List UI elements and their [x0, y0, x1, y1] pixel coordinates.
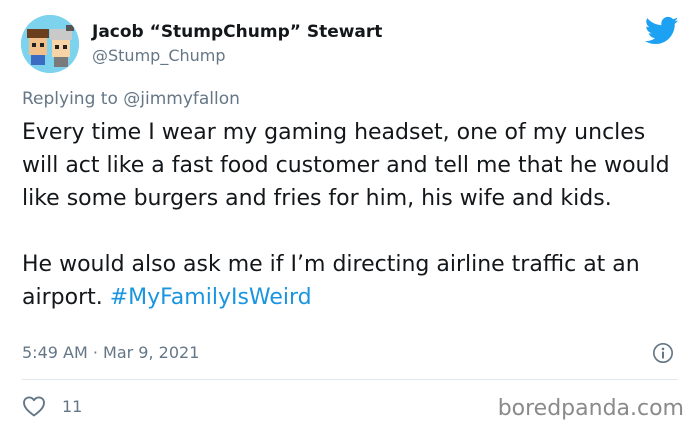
heart-icon — [23, 396, 45, 417]
like-count: 11 — [62, 396, 83, 416]
watermark: boredpanda.com — [497, 396, 684, 421]
divider — [22, 379, 678, 380]
tweet-paragraph-1: Every time I wear my gaming headset, one… — [22, 120, 670, 211]
info-icon[interactable] — [652, 342, 674, 364]
author-display-name[interactable]: Jacob “StumpChump” Stewart — [92, 22, 382, 42]
twitter-bird-icon[interactable] — [645, 16, 679, 46]
tweet-body: Every time I wear my gaming headset, one… — [22, 116, 682, 314]
avatar[interactable] — [21, 15, 79, 73]
replying-to-line: Replying to @jimmyfallon — [22, 89, 240, 109]
author-handle[interactable]: @Stump_Chump — [92, 46, 226, 65]
avatar-image — [21, 15, 79, 73]
replying-to-label: Replying to — [22, 89, 118, 109]
like-button[interactable]: 11 — [22, 393, 82, 419]
tweet-paragraph-2: He would also ask me if I’m directing ai… — [22, 248, 682, 314]
reply-mention-link[interactable]: @jimmyfallon — [123, 89, 240, 109]
hashtag-link[interactable]: #MyFamilyIsWeird — [110, 285, 312, 310]
tweet-timestamp[interactable]: 5:49 AM · Mar 9, 2021 — [22, 343, 199, 362]
